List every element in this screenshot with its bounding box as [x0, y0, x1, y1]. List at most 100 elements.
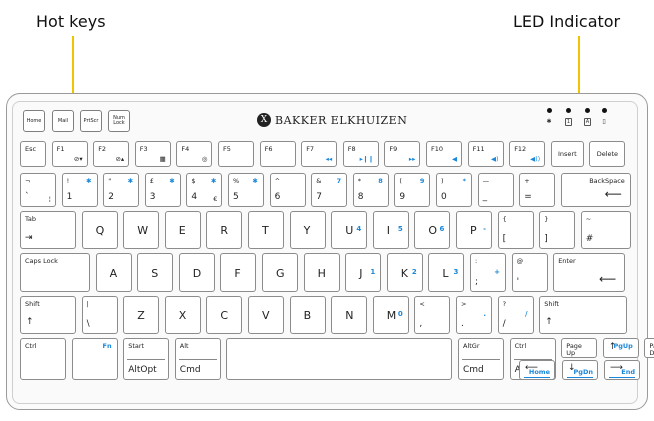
- key-key[interactable]: @ ': [511, 253, 548, 292]
- key-bottom-left-label: Cmd: [463, 365, 484, 375]
- key-arrow-end[interactable]: End ⟶: [604, 360, 640, 380]
- key-f5[interactable]: F5: [218, 141, 254, 167]
- key-b[interactable]: B: [289, 296, 326, 334]
- key-divider: [462, 359, 500, 360]
- key-key[interactable]: £3 ✱: [144, 173, 181, 207]
- key-d[interactable]: D: [178, 253, 215, 292]
- key-key[interactable]: * 8 8: [352, 173, 389, 207]
- key-arrow-home[interactable]: Home ⟵: [519, 360, 555, 380]
- key-key[interactable]: % 5 ✱: [228, 173, 264, 207]
- key-u[interactable]: U4: [331, 211, 368, 249]
- key-alt[interactable]: Alt Cmd: [174, 338, 221, 380]
- key-page-up[interactable]: Page Up: [561, 338, 598, 358]
- key-key[interactable]: {[: [497, 211, 534, 249]
- key-k[interactable]: K2: [386, 253, 423, 292]
- key-f12[interactable]: F12 ◀)): [509, 141, 546, 167]
- key-n[interactable]: N: [331, 296, 368, 334]
- key-r[interactable]: R: [206, 211, 243, 249]
- key-o[interactable]: O6: [414, 211, 451, 249]
- hot-key-mail[interactable]: Mail: [52, 110, 74, 132]
- key-key[interactable]: ! 1 ✱: [61, 173, 98, 207]
- key-space[interactable]: [226, 338, 453, 380]
- key-main-label: X: [178, 309, 187, 322]
- key-e[interactable]: E: [164, 211, 201, 249]
- key-f[interactable]: F: [220, 253, 257, 292]
- key-start[interactable]: Start AltOpt: [123, 338, 170, 380]
- key-f4[interactable]: F4 ◎: [176, 141, 213, 167]
- key-v[interactable]: V: [248, 296, 284, 334]
- key-f2[interactable]: F2 ⊘▴: [93, 141, 130, 167]
- key-key[interactable]: ) 0 *: [436, 173, 472, 207]
- key-bottom-left-label: _: [482, 192, 488, 202]
- key-altgr[interactable]: AltGr Cmd: [458, 338, 504, 380]
- key-key[interactable]: " 2 ✱: [103, 173, 140, 207]
- key-shift[interactable]: Shift ↑: [20, 296, 76, 334]
- key-p[interactable]: P-: [456, 211, 492, 249]
- key-f7[interactable]: F7 ◂◂: [301, 141, 338, 167]
- key-ctrl[interactable]: Ctrl: [20, 338, 66, 380]
- key-f1[interactable]: F1 ⊘▾: [51, 141, 88, 167]
- key-key[interactable]: (9 9: [394, 173, 431, 207]
- key-main-label: Q: [95, 224, 105, 237]
- left-arrow-icon: ⟵: [525, 363, 538, 373]
- right-arrow-icon: ⟶: [610, 363, 623, 373]
- key-arrow-pgdn[interactable]: PgDn ↓: [562, 360, 598, 380]
- key-insert[interactable]: Insert: [550, 141, 584, 167]
- key-backspace[interactable]: BackSpace ⟵: [560, 173, 631, 207]
- key-key[interactable]: >..: [456, 296, 492, 334]
- key-a[interactable]: A: [95, 253, 132, 292]
- key-h[interactable]: H: [303, 253, 340, 292]
- key-z[interactable]: Z: [123, 296, 160, 334]
- key-g[interactable]: G: [262, 253, 298, 292]
- key-bottom-left-label: 0: [441, 192, 447, 202]
- key-enter[interactable]: Enter ⟵: [553, 253, 626, 292]
- key-key[interactable]: :; +: [470, 253, 506, 292]
- key-divider: [127, 359, 166, 360]
- hot-key-home[interactable]: Home: [23, 110, 45, 132]
- key-key[interactable]: & 7 7: [311, 173, 348, 207]
- key-w[interactable]: W: [123, 211, 160, 249]
- key-pgup[interactable]: PgUp ↑: [602, 338, 639, 358]
- key-bottom-left-label: [: [502, 234, 507, 244]
- key-f11[interactable]: F11 ◀): [467, 141, 504, 167]
- key-fn[interactable]: Fn: [71, 338, 118, 380]
- key-key[interactable]: ~ #: [580, 211, 631, 249]
- key-key[interactable]: — _: [477, 173, 514, 207]
- key-f3[interactable]: F3 ▦: [134, 141, 171, 167]
- key-c[interactable]: C: [206, 296, 243, 334]
- key-page-down[interactable]: Page Down: [644, 338, 654, 358]
- key-key[interactable]: <,: [414, 296, 451, 334]
- key-key[interactable]: + =: [519, 173, 556, 207]
- key-f6[interactable]: F6: [259, 141, 296, 167]
- key-f10[interactable]: F10 ◀: [426, 141, 462, 167]
- key-key[interactable]: }]: [539, 211, 576, 249]
- key-f8[interactable]: F8 ▸❙❙: [342, 141, 379, 167]
- key-tab[interactable]: Tab ⇥: [20, 211, 76, 249]
- key-t[interactable]: T: [248, 211, 284, 249]
- key-m[interactable]: M0: [372, 296, 409, 334]
- key-i[interactable]: I5: [372, 211, 409, 249]
- led-dot-1: [547, 108, 552, 113]
- key-key[interactable]: ^ 6: [269, 173, 306, 207]
- key-j[interactable]: J1: [345, 253, 382, 292]
- brand-name: BAKKER ELKHUIZEN: [275, 113, 408, 127]
- key-esc[interactable]: Esc: [20, 141, 46, 167]
- key-key[interactable]: ? / /: [497, 296, 534, 334]
- key-y[interactable]: Y: [289, 211, 326, 249]
- key-s[interactable]: S: [137, 253, 174, 292]
- key-x[interactable]: X: [164, 296, 201, 334]
- key-key[interactable]: ¬ ` ¦: [20, 173, 56, 207]
- key-top-left-label: }: [544, 215, 549, 223]
- key-delete[interactable]: Delete: [589, 141, 626, 167]
- key-l[interactable]: L3: [428, 253, 465, 292]
- key-q[interactable]: Q: [81, 211, 118, 249]
- key-f9[interactable]: F9 ▸▸: [384, 141, 421, 167]
- key-caps-lock[interactable]: Caps Lock: [20, 253, 90, 292]
- hot-key-prtscr[interactable]: PrtScr: [80, 110, 102, 132]
- key-shift[interactable]: Shift ↑: [539, 296, 628, 334]
- hot-key-num-lock[interactable]: Num Lock: [108, 110, 130, 132]
- key-blue-underline: [524, 376, 550, 378]
- key-key[interactable]: $4 ✱ €: [186, 173, 223, 207]
- key-key[interactable]: | \: [81, 296, 118, 334]
- key-top-left-label: Caps Lock: [25, 257, 58, 265]
